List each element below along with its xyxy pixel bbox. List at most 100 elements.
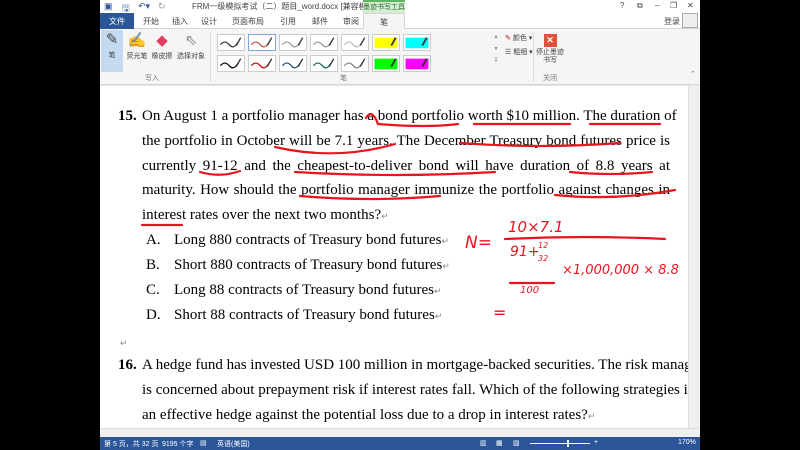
title-bar: ▣ 🖫 ↶▾ ↻ FRM一级模拟考试（二）题目_word.docx [兼容模式]…	[100, 0, 700, 13]
highlighter-label: 荧光笔	[126, 53, 148, 60]
color-button[interactable]: ✎ 颜色 ▾	[505, 33, 532, 43]
highlighter-button[interactable]: ✍ 荧光笔	[125, 31, 149, 61]
pen-swatch[interactable]	[217, 34, 245, 51]
status-bar: 第 5 页，共 32 页 9195 个字 ▤ 英语(美国) ▥ ▦ ▧ + 17…	[100, 437, 700, 450]
question-text-line: A hedge fund has invested USD 100 millio…	[142, 357, 688, 373]
option-text: Short 880 contracts of Treasury bond fut…	[174, 257, 450, 273]
ink-note: N=	[465, 233, 492, 253]
question-text-line: the portfolio in October will be 7.1 yea…	[142, 133, 670, 149]
color-label: 颜色	[512, 35, 527, 42]
pen-swatch[interactable]	[279, 34, 307, 51]
avatar[interactable]	[682, 13, 698, 28]
undo-icon[interactable]: ↶▾	[138, 1, 150, 12]
document-page[interactable]: 15. On August 1 a portfolio manager has …	[100, 86, 688, 428]
option-letter: D.	[146, 307, 161, 323]
pen-swatch[interactable]	[248, 55, 276, 72]
ribbon: ✎ 笔 ✍ 荧光笔 ◆ 橡皮擦 ⇖ 选择对象 写入 ▴ ▾ ⊽ ✎ 颜色 ▾ ☰ 粗细 ▾ …	[100, 29, 700, 85]
zoom-in-button[interactable]: +	[594, 439, 598, 446]
pen-swatch[interactable]	[248, 34, 276, 51]
pen-swatch[interactable]	[403, 55, 431, 72]
ink-note: =	[493, 303, 506, 322]
eraser-label: 橡皮擦	[151, 53, 173, 60]
pen-swatch[interactable]	[310, 55, 338, 72]
login-link[interactable]: 登录	[664, 16, 680, 27]
ink-fraction-bar	[503, 235, 667, 241]
gallery-scroll[interactable]: ▴ ▾ ⊽	[491, 31, 501, 67]
select-objects-label: 选择对象	[177, 53, 205, 60]
highlighter-icon: ✍	[127, 32, 147, 49]
question-text-line: an effective hedge against the potential…	[142, 407, 596, 423]
tab-references[interactable]: 引用	[280, 16, 296, 27]
tab-mailings[interactable]: 邮件	[312, 16, 328, 27]
ink-note: 91+	[510, 244, 540, 260]
pen-swatch[interactable]	[217, 55, 245, 72]
read-mode-icon[interactable]: ▥	[480, 439, 487, 447]
stop-inking-button[interactable]: ✕ 停止墨迹书写	[536, 31, 564, 65]
pen-swatch[interactable]	[372, 34, 400, 51]
collapse-ribbon-icon[interactable]: ⌃	[690, 70, 696, 78]
language[interactable]: 英语(美国)	[217, 439, 250, 449]
thickness-label: 粗细	[513, 49, 528, 56]
question-text-line: currently 91-12 and the cheapest-to-deli…	[142, 158, 670, 174]
ink-note: 100	[520, 285, 539, 296]
zoom-slider-thumb[interactable]	[567, 440, 569, 447]
select-objects-button[interactable]: ⇖ 选择对象	[175, 31, 207, 61]
close-button[interactable]: ✕	[687, 1, 694, 10]
web-layout-icon[interactable]: ▧	[513, 439, 520, 447]
pen-label: 笔	[108, 52, 116, 59]
tab-layout[interactable]: 页面布局	[232, 16, 264, 27]
pen-swatch[interactable]	[341, 34, 369, 51]
pen-swatch[interactable]	[372, 55, 400, 72]
tab-design[interactable]: 设计	[201, 16, 217, 27]
pen-icon: ✎	[105, 31, 119, 48]
horizontal-scrollbar[interactable]	[100, 428, 700, 437]
write-group-label: 写入	[145, 75, 159, 82]
pen-button[interactable]: ✎ 笔	[101, 30, 123, 72]
option-text: Long 88 contracts of Treasury bond futur…	[174, 282, 442, 298]
tab-pen[interactable]: 笔	[363, 13, 405, 30]
divider	[210, 32, 211, 82]
option-letter: C.	[146, 282, 160, 298]
page-count[interactable]: 第 5 页，共 32 页	[104, 439, 158, 449]
option-letter: B.	[146, 257, 160, 273]
tab-insert[interactable]: 插入	[172, 16, 188, 27]
pen-swatch[interactable]	[310, 34, 338, 51]
tab-home[interactable]: 开始	[143, 16, 159, 27]
pen-swatch[interactable]	[403, 34, 431, 51]
question-text-line: maturity. How should the portfolio manag…	[142, 182, 670, 198]
thickness-button[interactable]: ☰ 粗细 ▾	[505, 47, 533, 57]
zoom-slider[interactable]	[530, 443, 590, 444]
question-text-line: is concerned about prepayment risk if in…	[142, 382, 688, 398]
ink-note: 12	[538, 241, 548, 250]
ink-tools-context-tab: 墨迹书写工具	[363, 0, 405, 13]
option-text: Short 88 contracts of Treasury bond futu…	[174, 307, 443, 323]
pen-swatch[interactable]	[341, 55, 369, 72]
divider	[533, 32, 534, 82]
vertical-scrollbar[interactable]	[688, 86, 700, 428]
question-number: 16.	[118, 357, 137, 373]
word-count[interactable]: 9195 个字	[162, 439, 194, 449]
tab-file[interactable]: 文件	[100, 13, 134, 29]
maximize-button[interactable]: ❐	[670, 1, 677, 10]
eraser-icon: ◆	[156, 32, 168, 49]
ink-note: 32	[538, 254, 548, 263]
eraser-button[interactable]: ◆ 橡皮擦	[150, 31, 174, 61]
redo-icon[interactable]: ↻	[158, 1, 166, 12]
minimize-button[interactable]: –	[655, 1, 659, 10]
close-group-label: 关闭	[543, 75, 557, 82]
zoom-level[interactable]: 170%	[678, 439, 696, 446]
tab-review[interactable]: 审阅	[343, 16, 359, 27]
color-icon: ✎	[505, 35, 511, 42]
ribbon-tabs: 文件 开始 插入 设计 页面布局 引用 邮件 审阅 视图 笔 登录	[100, 13, 700, 30]
help-button[interactable]: ?	[620, 1, 624, 10]
question-text-line: interest rates over the next two months?…	[142, 207, 389, 223]
ribbon-display-button[interactable]: ⧉	[637, 1, 643, 11]
stop-icon: ✕	[543, 34, 557, 47]
print-layout-icon[interactable]: ▦	[496, 439, 503, 447]
paragraph-mark: ↵	[120, 338, 128, 348]
ink-note: ×1,000,000 × 8.8	[562, 263, 679, 278]
word-window: ▣ 🖫 ↶▾ ↻ FRM一级模拟考试（二）题目_word.docx [兼容模式]…	[100, 0, 700, 450]
proofing-icon[interactable]: ▤	[200, 439, 207, 447]
cursor-icon: ⇖	[184, 32, 198, 49]
pen-swatch[interactable]	[279, 55, 307, 72]
